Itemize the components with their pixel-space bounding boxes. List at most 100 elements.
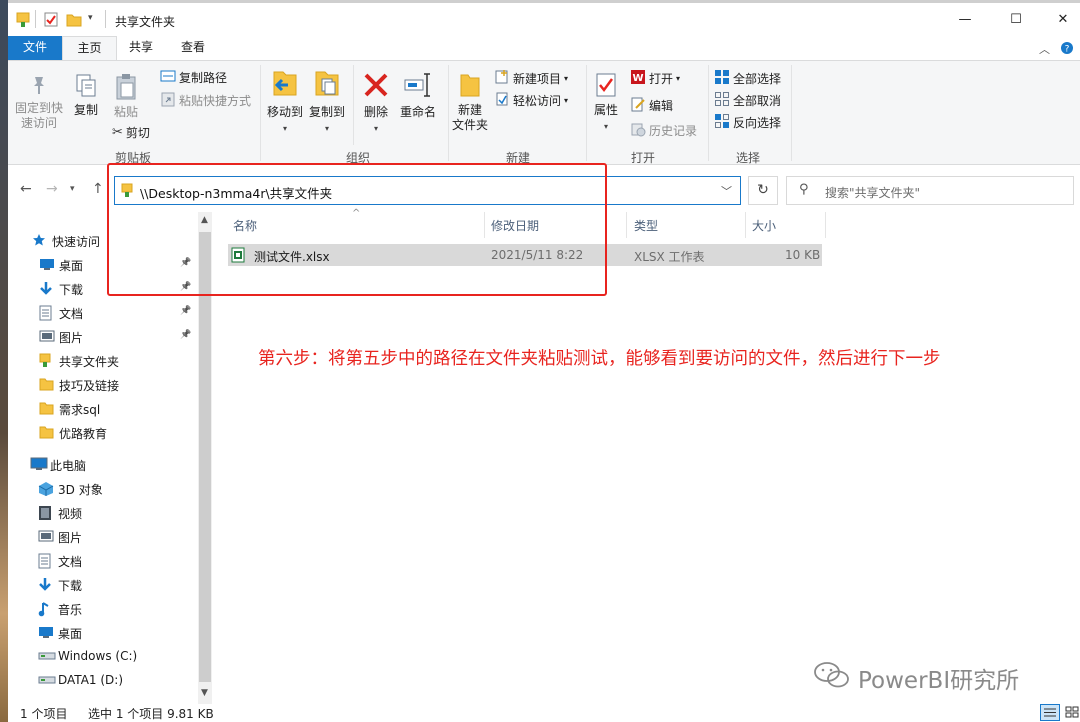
select-all-button[interactable]: 全部选择: [714, 69, 781, 89]
nav-pc-item[interactable]: 桌面: [8, 621, 198, 645]
delete-label: 删除: [363, 105, 388, 119]
nav-pc-item[interactable]: 下载: [8, 573, 198, 597]
column-separator[interactable]: [825, 212, 826, 238]
refresh-button[interactable]: ↻: [748, 176, 778, 205]
3d-objects-icon: [38, 481, 54, 497]
maximize-button[interactable]: ☐: [993, 3, 1039, 36]
quick-access-dropdown-icon[interactable]: ▾: [88, 13, 93, 23]
pin-icon: [27, 73, 51, 101]
download-icon: [38, 577, 54, 593]
copy-button[interactable]: 复制: [68, 73, 104, 118]
nav-item-label: 文档: [59, 307, 84, 321]
pin-icon[interactable]: 📌: [180, 330, 191, 340]
nav-pc-item[interactable]: 音乐: [8, 597, 198, 621]
pin-icon[interactable]: 📌: [180, 306, 191, 316]
paste-button[interactable]: 粘贴: [108, 73, 144, 120]
tab-share[interactable]: 共享: [117, 36, 165, 60]
close-button[interactable]: ✕: [1040, 3, 1080, 36]
svg-text:W: W: [632, 73, 643, 84]
pin-to-quick-access-button[interactable]: 固定到快 速访问: [12, 73, 66, 131]
desktop-icon: [38, 625, 54, 641]
nav-pc-item[interactable]: 文档: [8, 549, 198, 573]
recent-locations-icon[interactable]: ▾: [70, 184, 75, 194]
properties-button[interactable]: 属性 ▾: [588, 71, 624, 134]
properties-label: 属性: [593, 103, 618, 117]
document-icon: [38, 553, 54, 569]
select-none-button[interactable]: 全部取消: [714, 91, 781, 111]
nav-pc-item[interactable]: 图片: [8, 525, 198, 549]
select-none-icon: [714, 91, 730, 111]
details-view-icon[interactable]: [1040, 704, 1060, 721]
copy-label: 复制: [73, 103, 98, 117]
tab-view[interactable]: 查看: [165, 36, 221, 60]
nav-this-pc[interactable]: 此电脑: [8, 453, 198, 477]
tab-file[interactable]: 文件: [8, 36, 62, 60]
nav-item-label: 下载: [58, 579, 83, 593]
nav-item[interactable]: 需求sql: [8, 397, 198, 421]
nav-item[interactable]: 文档 📌: [8, 301, 198, 325]
this-pc-icon: [30, 457, 48, 473]
nav-item[interactable]: 优路教育: [8, 421, 198, 445]
new-item-icon: [494, 69, 510, 89]
nav-pc-item[interactable]: Windows (C:): [8, 645, 198, 669]
nav-pc-item[interactable]: 视频: [8, 501, 198, 525]
copy-to-label: 复制到: [308, 105, 345, 119]
copy-to-icon: [312, 69, 342, 105]
forward-arrow-icon[interactable]: →: [46, 181, 58, 197]
scroll-down-icon[interactable]: ▼: [201, 688, 208, 698]
nav-item-label: 音乐: [58, 603, 83, 617]
selection-info: 选中 1 个项目 9.81 KB: [88, 707, 214, 721]
history-button[interactable]: 历史记录: [630, 121, 697, 141]
minimize-button[interactable]: —: [942, 3, 988, 36]
column-type[interactable]: 类型: [634, 217, 658, 237]
paste-shortcut-button[interactable]: 粘贴快捷方式: [160, 91, 251, 111]
rename-button[interactable]: 重命名: [396, 69, 440, 120]
new-folder-icon[interactable]: [66, 12, 82, 31]
easy-access-button[interactable]: 轻松访问 ▾: [494, 91, 568, 111]
nav-item-label: 图片: [58, 531, 83, 545]
status-bar: 1 个项目 选中 1 个项目 9.81 KB: [8, 704, 1080, 722]
select-all-icon: [714, 69, 730, 89]
address-dropdown-icon[interactable]: ﹀: [721, 183, 732, 199]
nav-pc-item[interactable]: 3D 对象: [8, 477, 198, 501]
nav-pc-item[interactable]: DATA1 (D:): [8, 669, 198, 693]
invert-selection-button[interactable]: 反向选择: [714, 113, 781, 133]
delete-button[interactable]: 删除 ▾: [358, 69, 394, 136]
column-separator[interactable]: [626, 212, 627, 238]
open-button[interactable]: W 打开 ▾: [630, 69, 680, 89]
up-arrow-icon[interactable]: ↑: [92, 181, 104, 197]
copy-to-button[interactable]: 复制到 ▾: [306, 69, 348, 136]
edit-icon: [630, 96, 646, 116]
nav-item[interactable]: 图片 📌: [8, 325, 198, 349]
nav-scrollbar-thumb[interactable]: [199, 232, 211, 682]
nav-item-label: 桌面: [58, 627, 83, 641]
nav-item-label: 下载: [59, 283, 84, 297]
nav-item[interactable]: 共享文件夹: [8, 349, 198, 373]
back-arrow-icon[interactable]: ←: [20, 181, 32, 197]
tab-home[interactable]: 主页: [62, 36, 117, 60]
star-icon: [32, 233, 48, 249]
search-box[interactable]: ⚲ 搜索"共享文件夹": [786, 176, 1074, 205]
large-icons-view-icon[interactable]: [1063, 704, 1080, 721]
easy-access-label: 轻松访问: [513, 94, 562, 108]
copy-path-button[interactable]: 复制路径: [160, 69, 227, 87]
ribbon-collapse-icon[interactable]: ︿: [1039, 41, 1050, 57]
help-icon[interactable]: ?: [1060, 41, 1074, 58]
column-size[interactable]: 大小: [752, 217, 776, 237]
new-item-button[interactable]: 新建项目 ▾: [494, 69, 568, 89]
wps-open-icon: W: [630, 69, 646, 89]
edit-button[interactable]: 编辑: [630, 96, 673, 116]
properties-check-icon[interactable]: [44, 12, 58, 31]
rename-label: 重命名: [399, 105, 436, 119]
move-to-button[interactable]: 移动到 ▾: [264, 69, 306, 136]
cut-button[interactable]: ✂ 剪切: [112, 125, 150, 141]
easy-access-icon: [494, 91, 510, 111]
open-group-label: 打开: [630, 151, 655, 165]
column-separator[interactable]: [745, 212, 746, 238]
ribbon-separator: [586, 65, 587, 161]
new-item-label: 新建项目: [513, 72, 562, 86]
move-to-icon: [270, 69, 300, 105]
new-folder-icon: [457, 71, 483, 103]
new-folder-button[interactable]: 新建 文件夹: [448, 71, 492, 133]
nav-item[interactable]: 技巧及链接: [8, 373, 198, 397]
